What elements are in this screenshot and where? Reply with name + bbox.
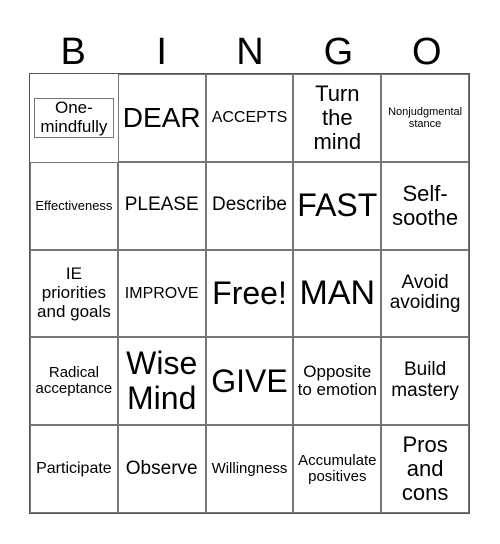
bingo-cell[interactable]: Nonjudgmental stance: [381, 74, 469, 162]
bingo-cell[interactable]: Radical acceptance: [30, 337, 118, 426]
bingo-cell[interactable]: Willingness: [205, 425, 294, 513]
header-letter-n: N: [236, 31, 264, 73]
bingo-cell[interactable]: DEAR: [117, 74, 206, 162]
bingo-cell[interactable]: FAST: [293, 161, 382, 250]
free-space-cell[interactable]: Free!: [205, 249, 294, 338]
bingo-cell[interactable]: PLEASE: [117, 161, 206, 250]
bingo-cell[interactable]: MAN: [293, 249, 382, 338]
bingo-cell[interactable]: Observe: [117, 425, 206, 513]
bingo-cell[interactable]: Participate: [30, 425, 118, 513]
bingo-cell[interactable]: Pros and cons: [381, 425, 469, 513]
header-letter-g: G: [323, 31, 354, 73]
bingo-cell[interactable]: Wise Mind: [117, 337, 206, 426]
bingo-header: B I N G O: [29, 30, 471, 74]
bingo-cell[interactable]: Describe: [205, 161, 294, 250]
bingo-cell[interactable]: One-mindfully: [33, 98, 114, 138]
bingo-cell[interactable]: Opposite to emotion: [293, 337, 382, 426]
header-letter-i: I: [156, 31, 167, 73]
bingo-cell[interactable]: ACCEPTS: [205, 74, 294, 162]
bingo-cell[interactable]: Build mastery: [381, 337, 469, 426]
header-letter-b: B: [60, 31, 86, 73]
bingo-cell[interactable]: Self-soothe: [381, 161, 469, 250]
bingo-cell[interactable]: GIVE: [205, 337, 294, 426]
bingo-cell[interactable]: Accumulate positives: [293, 425, 382, 513]
bingo-cell[interactable]: IE priorities and goals: [30, 249, 118, 338]
bingo-grid: One-mindfully DEAR ACCEPTS Turn the mind…: [29, 73, 470, 514]
bingo-cell[interactable]: Avoid avoiding: [381, 249, 469, 338]
bingo-cell[interactable]: Turn the mind: [293, 74, 382, 162]
bingo-cell[interactable]: IMPROVE: [117, 249, 206, 338]
bingo-cell[interactable]: Effectiveness: [30, 161, 118, 250]
header-letter-o: O: [412, 31, 442, 73]
